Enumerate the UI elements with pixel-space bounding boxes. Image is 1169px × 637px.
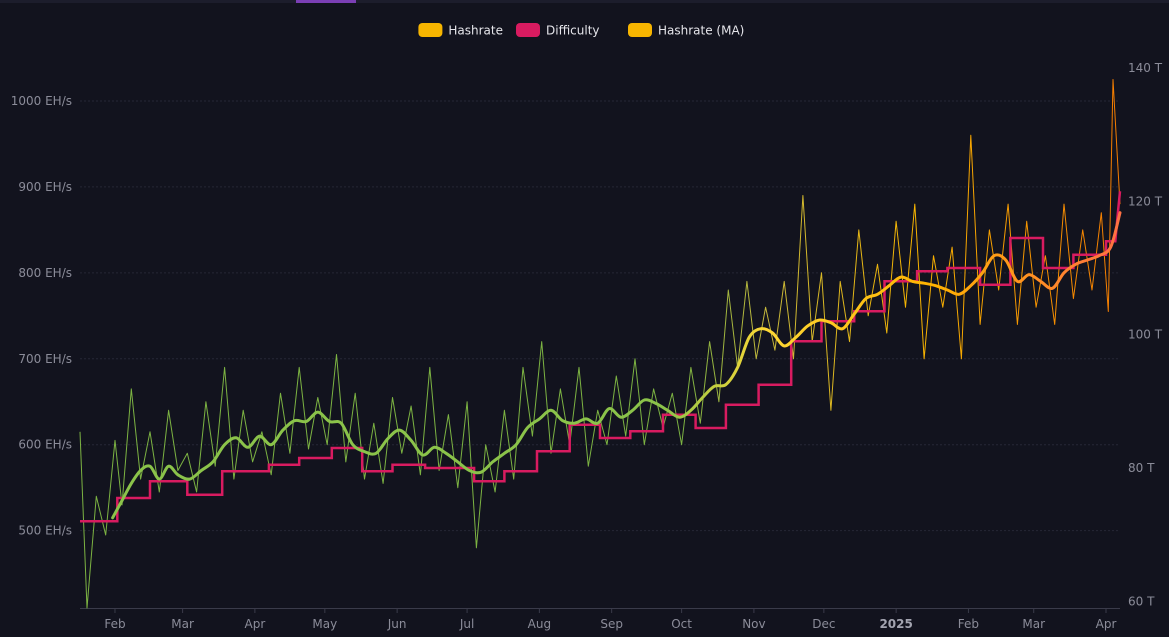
- x-tick-label: May: [312, 617, 337, 631]
- y-axis-left: 500 EH/s 600 EH/s 700 EH/s 800 EH/s 900 EH/s…: [11, 94, 72, 538]
- x-tick-label: Nov: [742, 617, 765, 631]
- y-left-tick-label: 1000 EH/s: [11, 94, 72, 108]
- x-tick-label: 2025: [879, 617, 912, 631]
- difficulty-series-line: [80, 191, 1122, 523]
- y-right-tick-label: 140 T: [1128, 61, 1163, 75]
- y-right-tick-label: 100 T: [1128, 328, 1163, 342]
- y-left-tick-label: 700 EH/s: [18, 352, 72, 366]
- y-right-tick-label: 60 T: [1128, 594, 1155, 608]
- hashrate-series-line: [79, 79, 1121, 609]
- x-tick-label: Oct: [671, 617, 692, 631]
- x-tick-label: Jul: [459, 617, 474, 631]
- hashrate-difficulty-chart: 500 EH/s 600 EH/s 700 EH/s 800 EH/s 900 EH/s…: [11, 23, 1163, 631]
- x-tick-label: Apr: [1096, 617, 1117, 631]
- legend-label[interactable]: Hashrate (MA): [658, 24, 744, 38]
- x-tick-label: Jun: [387, 617, 407, 631]
- x-tick-label: Mar: [171, 617, 194, 631]
- series-layer: [79, 79, 1122, 609]
- x-tick-label: Sep: [600, 617, 623, 631]
- y-left-tick-label: 500 EH/s: [18, 524, 72, 538]
- x-tick-label: Mar: [1022, 617, 1045, 631]
- y-left-tick-label: 900 EH/s: [18, 180, 72, 194]
- legend-label[interactable]: Hashrate: [448, 24, 503, 38]
- y-left-tick-label: 600 EH/s: [18, 438, 72, 452]
- chart-legend: Hashrate Difficulty Hashrate (MA): [418, 23, 744, 38]
- x-tick-label: Dec: [812, 617, 835, 631]
- legend-swatch[interactable]: [516, 23, 540, 37]
- x-tick-label: Feb: [104, 617, 125, 631]
- x-tick-label: Feb: [958, 617, 979, 631]
- legend-label[interactable]: Difficulty: [546, 24, 600, 38]
- x-tick-label: Apr: [245, 617, 266, 631]
- y-axis-right: 60 T 80 T 100 T 120 T 140 T: [1128, 61, 1163, 608]
- y-left-tick-label: 800 EH/s: [18, 266, 72, 280]
- legend-swatch[interactable]: [418, 23, 443, 37]
- y-right-tick-label: 120 T: [1128, 194, 1163, 208]
- x-tick-label: Aug: [528, 617, 551, 631]
- x-axis: Feb Mar Apr May Jun Jul Aug Sep Oct Nov Dec 2025 Feb…: [104, 608, 1116, 631]
- legend-swatch[interactable]: [628, 23, 652, 37]
- y-right-tick-label: 80 T: [1128, 461, 1155, 475]
